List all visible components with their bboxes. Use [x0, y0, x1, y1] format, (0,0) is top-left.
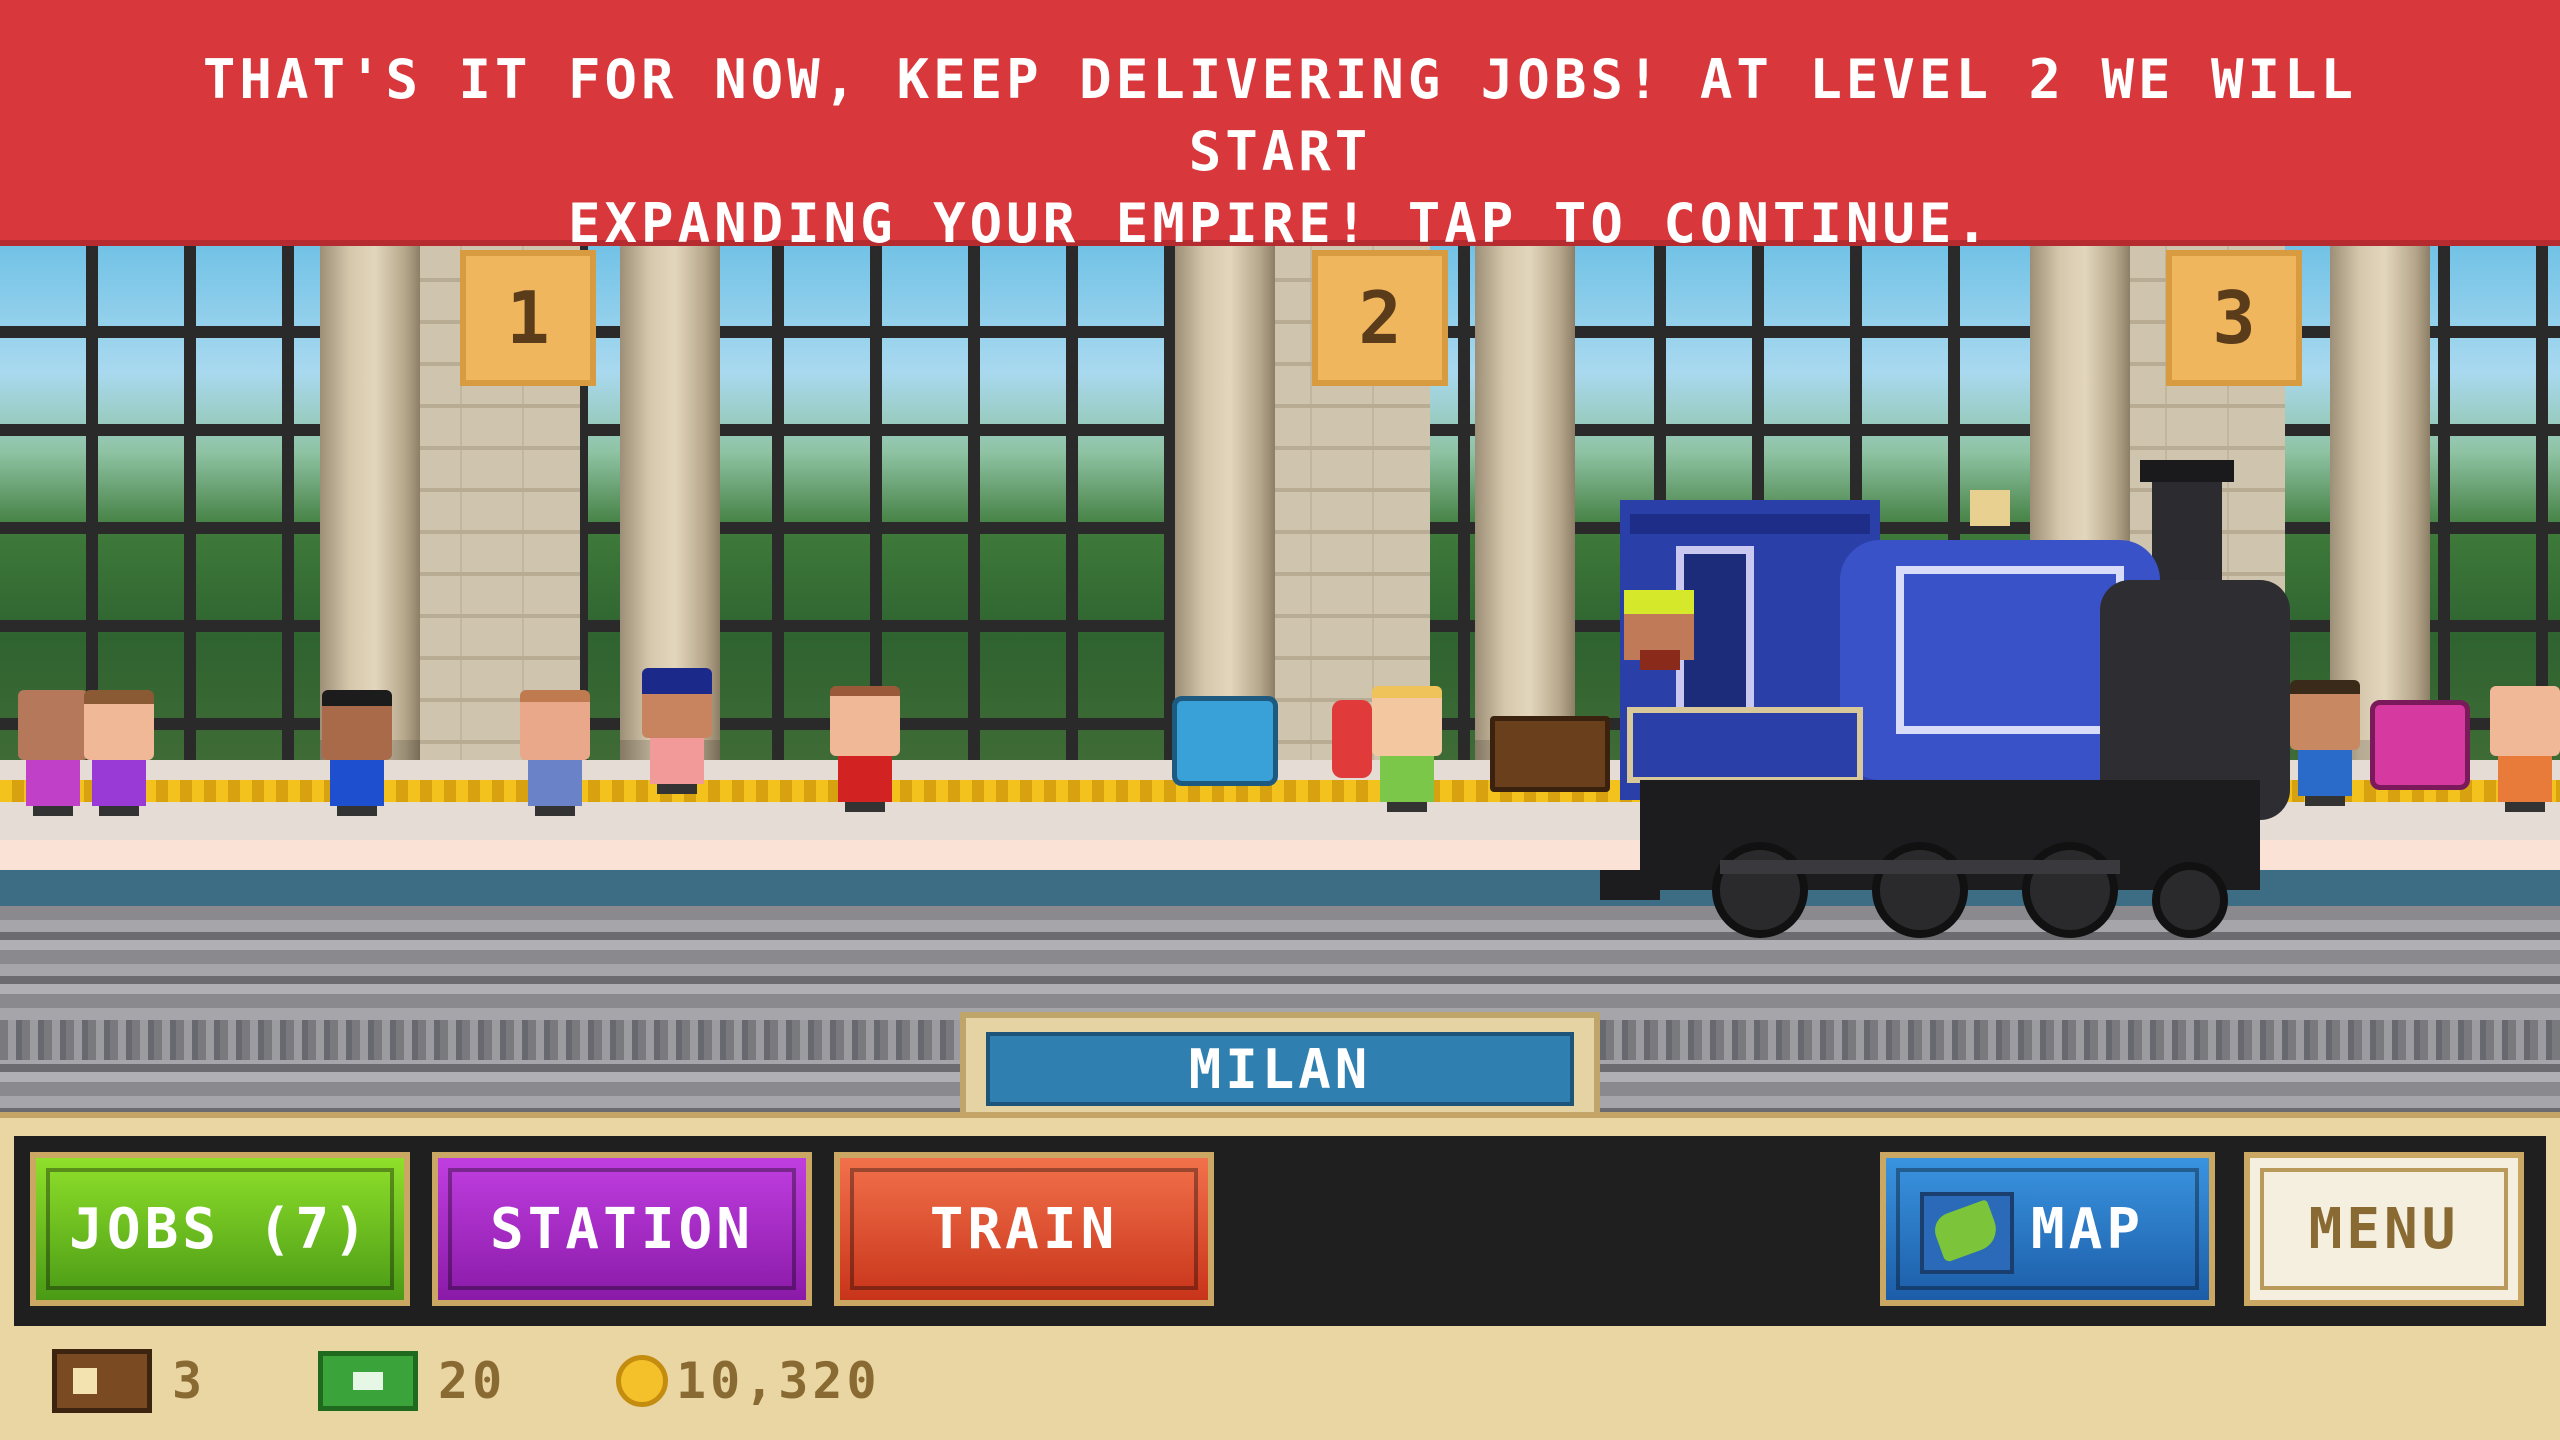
- platform-sign-2: 2: [1312, 250, 1448, 386]
- luggage: [1490, 716, 1610, 792]
- banner-message-line-2: EXPANDING YOUR EMPIRE! TAP TO CONTINUE.: [568, 192, 1992, 255]
- pillar: [1175, 240, 1275, 760]
- platform-sign-1: 1: [460, 250, 596, 386]
- passenger[interactable]: [18, 690, 88, 816]
- suitcase: [1172, 696, 1278, 786]
- coins-count: 10,320: [676, 1352, 881, 1410]
- tutorial-banner[interactable]: THAT'S IT FOR NOW, KEEP DELIVERING JOBS!…: [0, 0, 2560, 255]
- map-button[interactable]: MAP: [1880, 1152, 2215, 1306]
- menu-button[interactable]: MENU: [2244, 1152, 2524, 1306]
- passenger[interactable]: [2490, 686, 2560, 812]
- steam-locomotive[interactable]: [1600, 460, 2300, 950]
- ticket-icon: [52, 1349, 152, 1413]
- pillar: [1475, 240, 1575, 760]
- coin-icon: [616, 1355, 668, 1407]
- suitcase: [1332, 700, 1372, 778]
- passenger[interactable]: [322, 690, 392, 816]
- passenger[interactable]: [642, 668, 712, 794]
- menu-button-label: MENU: [2308, 1196, 2460, 1262]
- handbag: [2370, 700, 2470, 790]
- train-button[interactable]: TRAIN: [834, 1152, 1214, 1306]
- cash-count: 20: [438, 1352, 507, 1410]
- train-button-label: TRAIN: [929, 1196, 1119, 1262]
- map-button-label: MAP: [2030, 1196, 2145, 1262]
- tickets-count: 3: [172, 1352, 207, 1410]
- station-name: MILAN: [986, 1032, 1574, 1106]
- map-icon: [1920, 1192, 2014, 1274]
- platform-sign-3: 3: [2166, 250, 2302, 386]
- station-button[interactable]: STATION: [432, 1152, 812, 1306]
- pillar: [320, 240, 420, 760]
- passenger[interactable]: [84, 690, 154, 816]
- coins-stat: 10,320: [616, 1340, 881, 1422]
- cash-icon: [318, 1351, 418, 1411]
- cash-stat: 20: [318, 1340, 506, 1422]
- jobs-button-label: JOBS (7): [69, 1196, 371, 1262]
- passenger[interactable]: [830, 686, 900, 812]
- banner-message-line-1: THAT'S IT FOR NOW, KEEP DELIVERING JOBS!…: [202, 48, 2358, 183]
- tickets-stat: 3: [52, 1340, 206, 1422]
- passenger[interactable]: [2290, 680, 2360, 806]
- jobs-button[interactable]: JOBS (7): [30, 1152, 410, 1306]
- passenger[interactable]: [1372, 686, 1442, 812]
- passenger[interactable]: [520, 690, 590, 816]
- station-button-label: STATION: [489, 1196, 754, 1262]
